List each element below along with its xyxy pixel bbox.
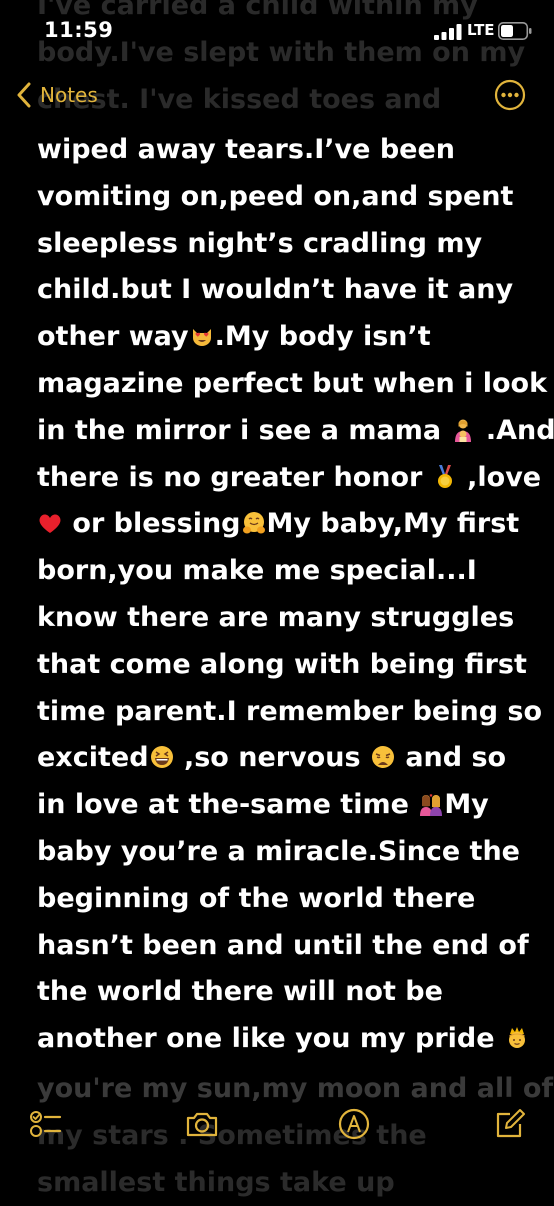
back-button[interactable]: Notes bbox=[16, 78, 98, 112]
weary-face-emoji bbox=[371, 745, 395, 769]
couple-kiss-emoji bbox=[419, 792, 443, 817]
medal-emoji bbox=[433, 464, 457, 489]
note-text-area[interactable]: wiped away tears.I’ve been vomiting on,pe… bbox=[37, 127, 554, 1063]
note-line: wiped away tears.I’ve been bbox=[37, 127, 527, 174]
note-line: in love at the-same time My bbox=[37, 782, 527, 829]
note-line: born,you make me special...I bbox=[37, 548, 527, 595]
note-text-segment: .And bbox=[476, 414, 554, 446]
couple-kiss-emoji bbox=[420, 794, 443, 817]
note-text-segment: beginning of the world there bbox=[37, 882, 476, 914]
markup-icon bbox=[338, 1108, 370, 1140]
note-text-segment: wiped away tears.I’ve been bbox=[37, 134, 455, 165]
note-text-segment: .My body isn’t bbox=[214, 321, 431, 353]
note-line: or blessing My baby,My first bbox=[37, 501, 527, 548]
more-options-icon[interactable] bbox=[494, 79, 526, 111]
note-line: the world there will not be bbox=[37, 969, 527, 1016]
grinning-squint-emoji bbox=[150, 745, 174, 769]
markup-button[interactable] bbox=[336, 1106, 372, 1142]
note-text-segment: baby you’re a miracle.Since the bbox=[37, 835, 520, 867]
medal-emoji bbox=[437, 464, 452, 488]
note-line: sleepless night’s cradling my bbox=[37, 221, 527, 268]
note-text-segment: excited bbox=[37, 742, 149, 774]
compose-icon bbox=[496, 1109, 525, 1138]
note-text-segment: other way bbox=[37, 321, 189, 353]
back-label: Notes bbox=[40, 83, 98, 107]
network-type: LTE bbox=[467, 21, 495, 39]
note-text-segment: in the mirror i see a mama bbox=[37, 414, 451, 446]
note-line: there is no greater honor ,love bbox=[37, 455, 541, 502]
hugging-face-emoji bbox=[242, 512, 265, 534]
note-text-segment: the world there will not be bbox=[37, 976, 443, 1008]
prince-emoji bbox=[508, 1027, 525, 1049]
note-text-segment: sleepless night’s cradling my bbox=[37, 227, 483, 259]
note-line: magazine perfect but when i look bbox=[37, 361, 547, 408]
note-line: excited ,so nervous and so bbox=[37, 735, 527, 782]
hugging-face-emoji bbox=[242, 511, 266, 535]
note-line: hasn’t been and until the end of bbox=[37, 923, 529, 970]
mother-baby-emoji bbox=[451, 418, 475, 442]
note-text-segment: there is no greater honor bbox=[37, 461, 432, 493]
note-text-segment: or blessing bbox=[63, 508, 241, 540]
status-time: 11:59 bbox=[44, 18, 114, 42]
camera-icon bbox=[186, 1112, 218, 1137]
note-line: vomiting on,peed on,and spent bbox=[37, 174, 527, 221]
status-bar: 11:59 LTE bbox=[0, 0, 554, 60]
note-line: baby you’re a miracle.Since the bbox=[37, 829, 527, 876]
note-text-segment: ,so nervous bbox=[174, 742, 370, 774]
heart-eyes-cat-emoji bbox=[190, 324, 214, 348]
note-line: in the mirror i see a mama .And bbox=[37, 408, 554, 455]
bottom-toolbar bbox=[0, 1098, 554, 1154]
red-heart-emoji bbox=[38, 511, 62, 535]
note-text-segment: born,you make me special...I bbox=[37, 555, 477, 587]
camera-button[interactable] bbox=[184, 1106, 220, 1142]
note-line: other way .My body isn’t bbox=[37, 314, 527, 361]
mother-baby-emoji bbox=[455, 419, 472, 442]
checklist-button[interactable] bbox=[28, 1106, 64, 1142]
note-text-segment: time parent.I remember being so bbox=[37, 695, 543, 727]
note-line: another one like you my pride bbox=[37, 1016, 527, 1063]
ghost-line: smallest things take up bbox=[37, 1167, 395, 1198]
compose-button[interactable] bbox=[492, 1106, 528, 1142]
grinning-squint-emoji bbox=[150, 746, 173, 769]
note-text-segment: and so bbox=[395, 742, 507, 774]
note-text-segment: My baby,My first bbox=[266, 508, 520, 540]
chevron-left-icon bbox=[17, 82, 31, 108]
note-line: that come along with being first bbox=[37, 642, 527, 689]
checklist-icon bbox=[30, 1111, 62, 1137]
note-text-segment: child.but I wouldn’t have it any bbox=[37, 274, 514, 306]
battery-icon bbox=[498, 22, 532, 40]
note-line: know there are many struggles bbox=[37, 595, 527, 642]
note-text-segment: ,love bbox=[457, 461, 542, 493]
note-line: child.but I wouldn’t have it any bbox=[37, 267, 527, 314]
cellular-signal-icon bbox=[434, 24, 462, 40]
weary-face-emoji bbox=[371, 746, 394, 769]
note-text-segment: vomiting on,peed on,and spent bbox=[37, 180, 514, 212]
note-line: beginning of the world there bbox=[37, 876, 527, 923]
note-text-segment: know there are many struggles bbox=[37, 601, 515, 633]
note-line: time parent.I remember being so bbox=[37, 689, 542, 736]
note-text-segment: in love at the-same time bbox=[37, 789, 419, 821]
note-text-segment: that come along with being first bbox=[37, 648, 527, 680]
note-text-segment: hasn’t been and until the end of bbox=[37, 929, 529, 961]
navigation-bar: Notes bbox=[0, 66, 554, 124]
note-text-segment: another one like you my pride bbox=[37, 1023, 504, 1055]
prince-emoji bbox=[505, 1026, 529, 1050]
heart-eyes-cat-emoji bbox=[192, 329, 211, 347]
note-text-segment: magazine perfect but when i look bbox=[37, 367, 548, 399]
red-heart-emoji bbox=[39, 514, 61, 534]
note-text-segment: My bbox=[444, 789, 489, 821]
